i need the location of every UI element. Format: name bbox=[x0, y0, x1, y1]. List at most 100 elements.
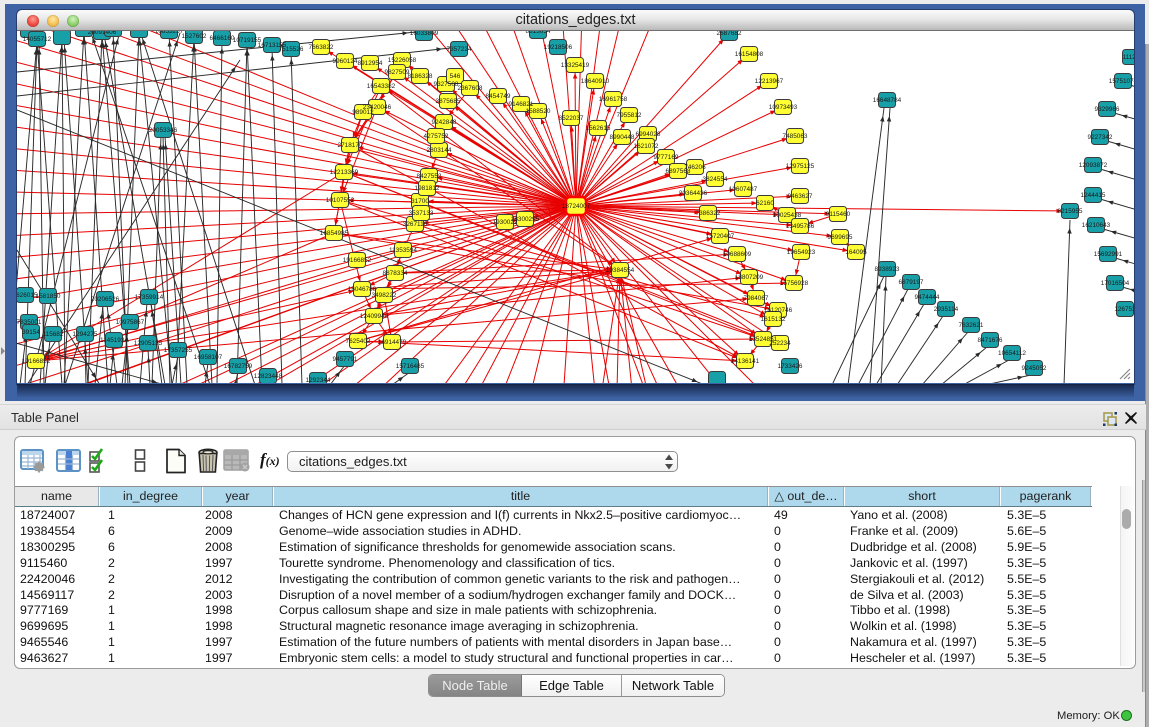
svg-text:1615132: 1615132 bbox=[761, 316, 786, 323]
svg-text:9960124: 9960124 bbox=[333, 58, 358, 65]
svg-text:8990448: 8990448 bbox=[610, 134, 635, 141]
svg-text:20053346: 20053346 bbox=[149, 127, 178, 134]
svg-text:15692991: 15692991 bbox=[1094, 251, 1123, 258]
svg-text:9827509: 9827509 bbox=[385, 69, 410, 76]
svg-text:9474444: 9474444 bbox=[915, 294, 940, 301]
svg-text:3498222: 3498222 bbox=[372, 292, 397, 299]
svg-text:11353594: 11353594 bbox=[389, 247, 417, 254]
svg-text:15751074: 15751074 bbox=[1109, 78, 1134, 85]
svg-text:8215955: 8215955 bbox=[1058, 208, 1083, 215]
svg-text:7632621: 7632621 bbox=[959, 322, 984, 329]
svg-text:7386322: 7386322 bbox=[696, 210, 721, 217]
svg-text:1294275: 1294275 bbox=[73, 331, 98, 338]
svg-text:13325419: 13325419 bbox=[561, 62, 590, 69]
svg-text:8938923: 8938923 bbox=[875, 266, 900, 273]
svg-text:3824554: 3824554 bbox=[703, 176, 728, 183]
svg-text:16648784: 16648784 bbox=[873, 97, 902, 104]
svg-text:12213369: 12213369 bbox=[330, 169, 359, 176]
svg-text:17357255: 17357255 bbox=[164, 347, 193, 354]
svg-text:7663822: 7663822 bbox=[309, 44, 334, 51]
svg-text:16782759: 16782759 bbox=[224, 363, 253, 370]
svg-text:19654923: 19654923 bbox=[787, 249, 816, 256]
svg-text:9457791: 9457791 bbox=[333, 356, 358, 363]
svg-text:9242848: 9242848 bbox=[432, 119, 457, 126]
svg-text:10853257: 10853257 bbox=[155, 31, 184, 35]
svg-text:19218506: 19218506 bbox=[544, 44, 573, 51]
svg-text:8471676: 8471676 bbox=[978, 337, 1003, 344]
svg-text:7515526: 7515526 bbox=[279, 46, 304, 53]
svg-text:12975125: 12975125 bbox=[786, 163, 815, 170]
svg-text:7955812: 7955812 bbox=[617, 112, 642, 119]
svg-text:9329966: 9329966 bbox=[1095, 106, 1120, 113]
svg-text:3267110: 3267110 bbox=[403, 221, 428, 228]
svg-text:20206526: 20206526 bbox=[91, 296, 120, 303]
svg-text:16033809: 16033809 bbox=[410, 31, 439, 37]
svg-text:12213967: 12213967 bbox=[755, 78, 784, 85]
svg-text:8186328: 8186328 bbox=[408, 73, 433, 80]
svg-text:14055712: 14055712 bbox=[23, 36, 52, 43]
svg-text:2718170: 2718170 bbox=[338, 142, 363, 149]
svg-text:1292344: 1292344 bbox=[306, 377, 331, 383]
svg-text:8878334: 8878334 bbox=[383, 270, 408, 277]
svg-text:8427552: 8427552 bbox=[417, 173, 442, 180]
svg-text:546: 546 bbox=[450, 73, 461, 80]
svg-text:18640910: 18640910 bbox=[581, 78, 610, 85]
svg-text:1562615: 1562615 bbox=[586, 125, 611, 132]
svg-text:9327508: 9327508 bbox=[434, 81, 459, 88]
svg-text:10607487: 10607487 bbox=[729, 186, 758, 193]
svg-text:2367608: 2367608 bbox=[458, 85, 483, 92]
svg-text:9115460: 9115460 bbox=[826, 211, 851, 218]
svg-text:9245052: 9245052 bbox=[1022, 365, 1047, 372]
svg-text:9463627: 9463627 bbox=[788, 193, 813, 200]
svg-text:1588520: 1588520 bbox=[526, 108, 551, 115]
svg-text:4275752: 4275752 bbox=[424, 133, 449, 140]
svg-text:9699695: 9699695 bbox=[828, 234, 853, 241]
svg-text:6466160: 6466160 bbox=[210, 35, 235, 42]
svg-text:12409948: 12409948 bbox=[360, 313, 389, 320]
svg-text:1733426: 1733426 bbox=[778, 363, 803, 370]
svg-text:10107552: 10107552 bbox=[326, 197, 355, 204]
svg-text:17016504: 17016504 bbox=[1101, 280, 1130, 287]
svg-text:7485063: 7485063 bbox=[783, 133, 808, 140]
svg-text:39154: 39154 bbox=[22, 329, 40, 336]
svg-text:10688609: 10688609 bbox=[723, 251, 752, 258]
svg-text:8522037: 8522037 bbox=[559, 115, 584, 122]
svg-text:1621072: 1621072 bbox=[634, 143, 659, 150]
svg-text:17359914: 17359914 bbox=[135, 294, 164, 301]
svg-text:16154808: 16154808 bbox=[735, 51, 764, 58]
svg-text:16854985: 16854985 bbox=[320, 230, 349, 237]
svg-text:9227342: 9227342 bbox=[1088, 134, 1113, 141]
svg-text:3537133: 3537133 bbox=[409, 210, 434, 217]
svg-text:16914479: 16914479 bbox=[378, 339, 407, 346]
svg-text:10975867: 10975867 bbox=[116, 319, 145, 326]
svg-text:18724007: 18724007 bbox=[562, 203, 591, 210]
svg-text:252234: 252234 bbox=[769, 340, 791, 347]
svg-text:20091406: 20091406 bbox=[88, 31, 117, 36]
svg-text:2803144: 2803144 bbox=[427, 147, 452, 154]
svg-text:18807209: 18807209 bbox=[735, 274, 764, 281]
svg-text:31700: 31700 bbox=[411, 198, 429, 205]
svg-text:19384554: 19384554 bbox=[606, 267, 635, 274]
svg-text:19166852: 19166852 bbox=[343, 257, 372, 264]
svg-text:2687682: 2687682 bbox=[717, 31, 742, 37]
svg-text:164095: 164095 bbox=[845, 249, 867, 256]
svg-text:16543382: 16543382 bbox=[367, 83, 396, 90]
svg-text:14136141: 14136141 bbox=[731, 358, 760, 365]
svg-text:16120746: 16120746 bbox=[764, 307, 793, 314]
svg-text:6879197: 6879197 bbox=[899, 279, 924, 286]
svg-text:20364436: 20364436 bbox=[679, 190, 708, 197]
svg-text:8813054: 8813054 bbox=[526, 31, 551, 35]
svg-text:1581850: 1581850 bbox=[36, 293, 61, 300]
svg-text:12093872: 12093872 bbox=[1079, 162, 1108, 169]
svg-text:1244415: 1244415 bbox=[1081, 192, 1106, 199]
svg-text:10654112: 10654112 bbox=[998, 350, 1026, 357]
svg-text:15720407: 15720407 bbox=[706, 233, 735, 240]
svg-text:15716485: 15716485 bbox=[396, 363, 425, 370]
svg-text:15226058: 15226058 bbox=[388, 57, 417, 64]
svg-text:9777169: 9777169 bbox=[654, 154, 679, 161]
svg-text:12905135: 12905135 bbox=[134, 340, 163, 347]
svg-text:7357224: 7357224 bbox=[447, 46, 472, 53]
svg-text:10025438: 10025438 bbox=[773, 212, 802, 219]
svg-text:15756928: 15756928 bbox=[780, 280, 809, 287]
svg-text:2935114: 2935114 bbox=[934, 306, 959, 313]
